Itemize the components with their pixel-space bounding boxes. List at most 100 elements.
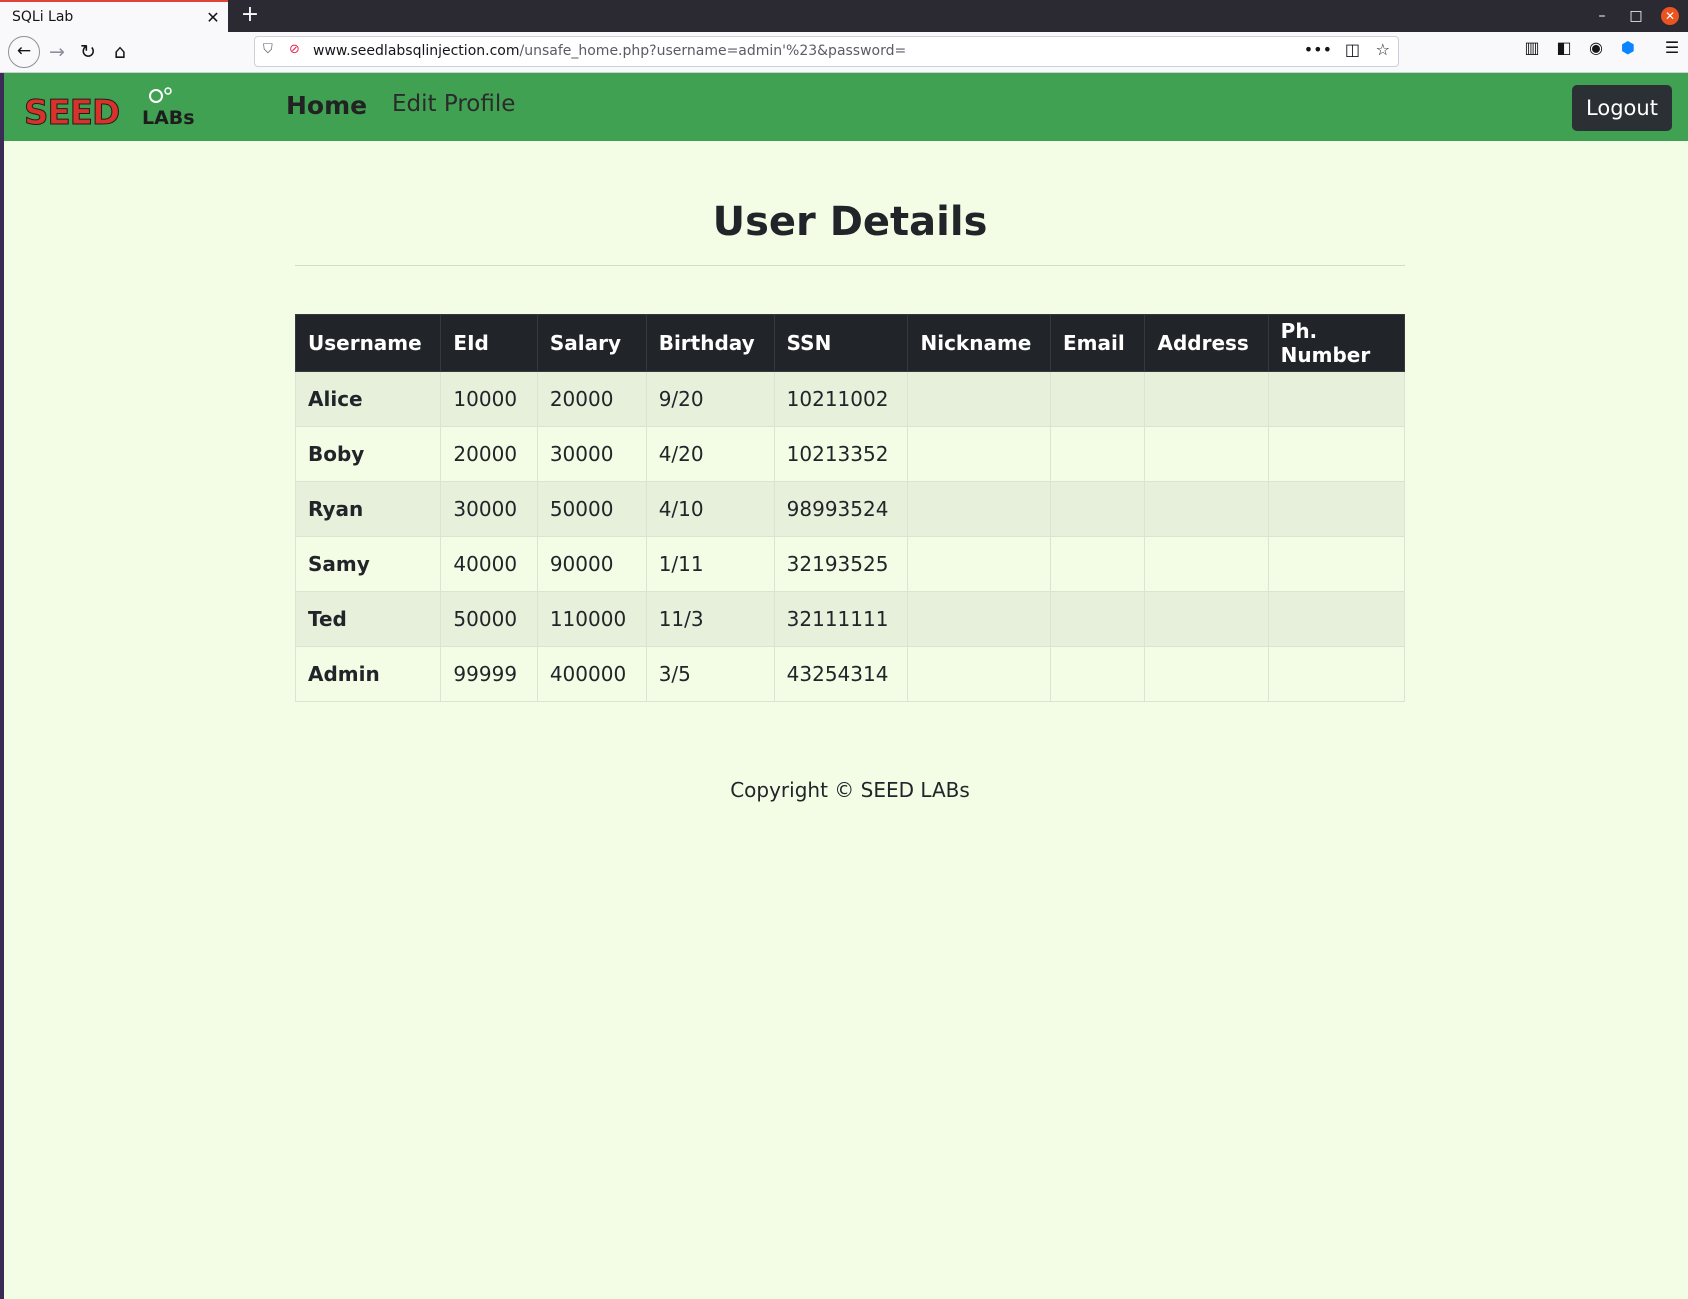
table-cell: 20000	[440, 426, 538, 482]
page-viewport: SEED LABs Home Edit Profile Logout User …	[4, 73, 1688, 1299]
window-maximize-button[interactable]: □	[1621, 0, 1651, 32]
table-cell: 110000	[536, 591, 647, 647]
table-row: Ted 50000 110000 11/3 32111111	[294, 591, 1406, 647]
table-cell: 400000	[536, 646, 647, 702]
table-cell	[1144, 426, 1269, 482]
svg-text:LABs: LABs	[142, 107, 195, 129]
table-cell: 98993524	[773, 481, 909, 537]
table-cell: 40000	[440, 536, 538, 592]
tab-close-icon[interactable]: ✕	[198, 8, 228, 27]
table-cell: 4/10	[645, 481, 775, 537]
table-cell	[1267, 536, 1406, 592]
home-icon: ⌂	[113, 41, 127, 63]
new-tab-button[interactable]: +	[236, 0, 264, 32]
page-title: User Details	[712, 199, 988, 245]
arrow-right-icon: →	[49, 41, 65, 63]
sidebar-icon[interactable]: ◧	[1552, 38, 1576, 57]
table-cell: 9/20	[645, 371, 775, 427]
table-cell	[1144, 536, 1269, 592]
column-header: SSN	[773, 314, 909, 372]
column-header: Address	[1144, 314, 1269, 372]
table-cell	[907, 481, 1051, 537]
table-cell: 90000	[536, 536, 647, 592]
copyright-footer: Copyright © SEED LABs	[730, 778, 970, 802]
shield-icon[interactable]: ⛉	[263, 42, 273, 57]
table-row: Admin 99999 400000 3/5 43254314	[294, 646, 1406, 702]
table-cell: 32111111	[773, 591, 909, 647]
window-minimize-button[interactable]: –	[1587, 0, 1617, 32]
table-row: Samy 40000 90000 1/11 32193525	[294, 536, 1406, 592]
table-cell	[1049, 426, 1146, 482]
address-bar[interactable]: ⛉ ⊘ www.seedlabsqlinjection.com/unsafe_h…	[254, 36, 1399, 67]
table-cell	[1144, 371, 1269, 427]
table-cell: 1/11	[645, 536, 775, 592]
nav-home-link[interactable]: Home	[286, 91, 367, 120]
browser-toolbar: ← → ↻ ⌂ ⛉ ⊘ www.seedlabsqlinjection.com/…	[0, 32, 1688, 73]
table-cell	[907, 371, 1051, 427]
table-cell: 20000	[536, 371, 647, 427]
table-cell	[1049, 481, 1146, 537]
url-domain: www.seedlabsqlinjection.com	[313, 43, 520, 59]
extension-icon[interactable]: ⬢	[1616, 38, 1640, 57]
table-cell: 10000	[440, 371, 538, 427]
table-row: Alice 10000 20000 9/20 10211002	[294, 371, 1406, 427]
account-icon[interactable]: ◉	[1584, 38, 1608, 57]
table-cell	[1267, 481, 1406, 537]
arrow-left-icon: ←	[16, 41, 32, 61]
table-cell	[1144, 646, 1269, 702]
pocket-icon[interactable]: ◫	[1345, 40, 1360, 59]
window-close-button[interactable]: ✕	[1655, 0, 1685, 32]
column-header: Email	[1049, 314, 1146, 372]
table-cell: Alice	[294, 371, 442, 427]
browser-tab[interactable]: SQLi Lab ✕	[0, 0, 228, 32]
user-details-table: Username EId Salary Birthday SSN Nickname Emai…	[294, 314, 1406, 702]
table-cell	[1267, 646, 1406, 702]
browser-tab-bar: SQLi Lab ✕ + – □ ✕	[0, 0, 1688, 32]
close-icon: ✕	[1661, 7, 1679, 25]
svg-text:SEED: SEED	[24, 93, 119, 131]
seed-labs-logo[interactable]: SEED LABs	[22, 87, 222, 131]
back-button[interactable]: ←	[8, 36, 40, 68]
url-text[interactable]: www.seedlabsqlinjection.com/unsafe_home.…	[313, 43, 906, 59]
table-cell: 30000	[440, 481, 538, 537]
table-row: Boby 20000 30000 4/20 10213352	[294, 426, 1406, 482]
table-cell	[1049, 646, 1146, 702]
table-cell	[1267, 371, 1406, 427]
table-cell: 10213352	[773, 426, 909, 482]
table-cell: Admin	[294, 646, 442, 702]
reload-button[interactable]: ↻	[72, 37, 104, 67]
title-divider	[295, 265, 1405, 266]
page-actions-menu-icon[interactable]: •••	[1304, 40, 1332, 59]
insecure-lock-icon[interactable]: ⊘	[289, 42, 300, 57]
forward-button[interactable]: →	[41, 37, 73, 67]
column-header: Birthday	[645, 314, 775, 372]
hamburger-menu-icon[interactable]: ☰	[1660, 38, 1684, 57]
table-cell	[907, 426, 1051, 482]
table-cell	[1049, 371, 1146, 427]
table-cell: Samy	[294, 536, 442, 592]
nav-edit-profile-link[interactable]: Edit Profile	[392, 91, 515, 117]
table-cell: 99999	[440, 646, 538, 702]
table-cell: 50000	[536, 481, 647, 537]
column-header: Nickname	[907, 314, 1051, 372]
home-button[interactable]: ⌂	[104, 37, 136, 67]
reload-icon: ↻	[80, 41, 96, 63]
column-header: Username	[294, 314, 442, 372]
table-cell: 50000	[440, 591, 538, 647]
bookmark-star-icon[interactable]: ☆	[1376, 40, 1390, 59]
table-cell	[1049, 536, 1146, 592]
table-cell	[907, 646, 1051, 702]
url-path: /unsafe_home.php?username=admin'%23&pass…	[519, 43, 907, 59]
tab-title: SQLi Lab	[12, 9, 74, 25]
table-cell	[1049, 591, 1146, 647]
table-cell: 43254314	[773, 646, 909, 702]
column-header: Salary	[536, 314, 647, 372]
logout-button[interactable]: Logout	[1572, 85, 1672, 131]
table-cell: 30000	[536, 426, 647, 482]
column-header: EId	[440, 314, 538, 372]
table-cell: 11/3	[645, 591, 775, 647]
column-header: Ph. Number	[1267, 314, 1406, 372]
library-icon[interactable]: ▥	[1520, 38, 1544, 57]
table-cell	[1144, 591, 1269, 647]
table-cell	[1267, 426, 1406, 482]
